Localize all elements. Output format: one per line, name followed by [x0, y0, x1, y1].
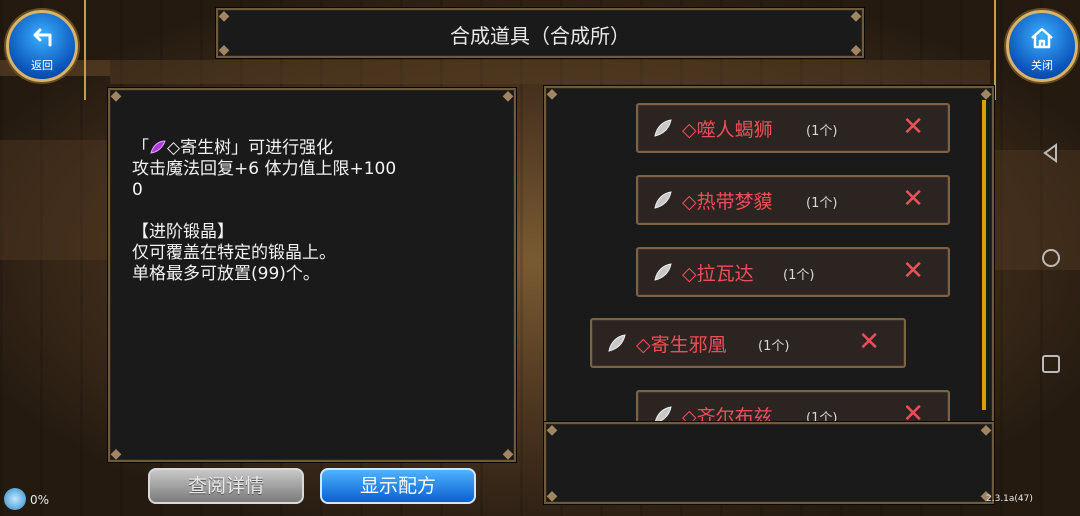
return-arrow-icon [33, 28, 52, 47]
home-icon [1031, 27, 1053, 49]
corner-ornament: ◆ [546, 488, 558, 504]
corner-ornament: ◆ [980, 422, 992, 438]
description-line-4 [132, 201, 482, 222]
list-item[interactable]: ◇齐尔布兹 (1个) ✕ [636, 390, 950, 424]
remove-item-button[interactable]: ✕ [858, 326, 880, 358]
remove-item-button[interactable]: ✕ [902, 111, 924, 143]
list-item-dragging[interactable]: ◇寄生邪凰 (1个) ✕ [590, 318, 906, 368]
leaf-icon [654, 406, 672, 422]
description-item-name: ◇寄生树 [167, 138, 232, 158]
title-bar: ◆ ◆ ◆ ◆ 合成道具（合成所） [216, 8, 864, 58]
bracket-open: 「 [132, 138, 149, 158]
list-scrollbar[interactable] [982, 100, 986, 410]
result-panel: ◆ ◆ ◆ ◆ [544, 422, 994, 504]
description-line-7: 单格最多可放置(99)个。 [132, 264, 320, 284]
corner-ornament: ◆ [546, 86, 558, 102]
frame-ornament-right [994, 0, 996, 100]
item-name: ◇噬人蝎狮 [682, 119, 773, 141]
item-name: ◇拉瓦达 [682, 263, 754, 285]
item-name: ◇寄生邪凰 [636, 334, 727, 356]
corner-ornament: ◆ [502, 88, 514, 104]
version-label: 2.3.1a(47) [986, 494, 1033, 504]
page-title: 合成道具（合成所） [450, 24, 630, 48]
leaf-icon [654, 263, 672, 281]
leaf-icon [608, 334, 626, 352]
item-description: 「◇寄生树」可进行强化 攻击魔法回复+6 体力值上限+100 0 【进阶锻晶】 … [132, 138, 482, 285]
back-button-label: 返回 [31, 59, 53, 72]
leaf-icon [654, 191, 672, 209]
item-count: (1个) [758, 339, 790, 354]
item-name: ◇齐尔布兹 [682, 406, 773, 424]
list-item[interactable]: ◇热带梦貘 (1个) ✕ [636, 175, 950, 225]
remove-item-button[interactable]: ✕ [902, 255, 924, 287]
list-item[interactable]: ◇拉瓦达 (1个) ✕ [636, 247, 950, 297]
close-button-label: 关闭 [1031, 59, 1053, 72]
description-line-2: 攻击魔法回复+6 体力值上限+100 [132, 159, 397, 179]
corner-ornament: ◆ [980, 86, 992, 102]
description-line-1: 「 ◇寄生树」可进行强化 [132, 138, 482, 159]
item-count: (1个) [806, 124, 838, 139]
view-details-button[interactable]: 查阅详情 [148, 468, 304, 504]
system-home-icon[interactable] [1040, 247, 1062, 269]
corner-ornament: ◆ [546, 422, 558, 438]
list-item[interactable]: ◇噬人蝎狮 (1个) ✕ [636, 103, 950, 153]
item-description-panel: ◆ ◆ ◆ ◆ 「 ◇寄生树」可进行强化 攻击魔法回复+6 体力值上限+100 0… [108, 88, 516, 462]
frame-ornament-left [84, 0, 86, 100]
item-count: (1个) [783, 268, 815, 283]
remove-item-button[interactable]: ✕ [902, 398, 924, 422]
loading-icon [4, 488, 26, 510]
description-line-1-rest: 」可进行强化 [231, 138, 334, 158]
material-list-panel: ◆ ◆ ◇噬人蝎狮 (1个) ✕ ◇热带梦貘 (1个) ✕ ◇拉瓦达 (1个) … [544, 86, 994, 424]
item-name: ◇热带梦貘 [682, 191, 773, 213]
leaf-icon [654, 119, 672, 137]
show-recipe-button[interactable]: 显示配方 [320, 468, 476, 504]
system-back-icon[interactable] [1040, 142, 1062, 164]
purple-leaf-icon [150, 140, 166, 154]
description-line-6: 仅可覆盖在特定的锻晶上。 [132, 243, 336, 263]
corner-ornament: ◆ [110, 446, 122, 462]
corner-ornament: ◆ [502, 446, 514, 462]
system-recents-icon[interactable] [1040, 353, 1062, 375]
item-count: (1个) [806, 196, 838, 211]
description-line-3: 0 [132, 180, 143, 200]
corner-ornament: ◆ [110, 88, 122, 104]
remove-item-button[interactable]: ✕ [902, 183, 924, 215]
back-button[interactable]: 返回 [6, 10, 78, 82]
description-line-5: 【进阶锻晶】 [132, 222, 234, 242]
close-button[interactable]: 关闭 [1006, 10, 1078, 82]
loading-percent: 0% [30, 493, 50, 507]
